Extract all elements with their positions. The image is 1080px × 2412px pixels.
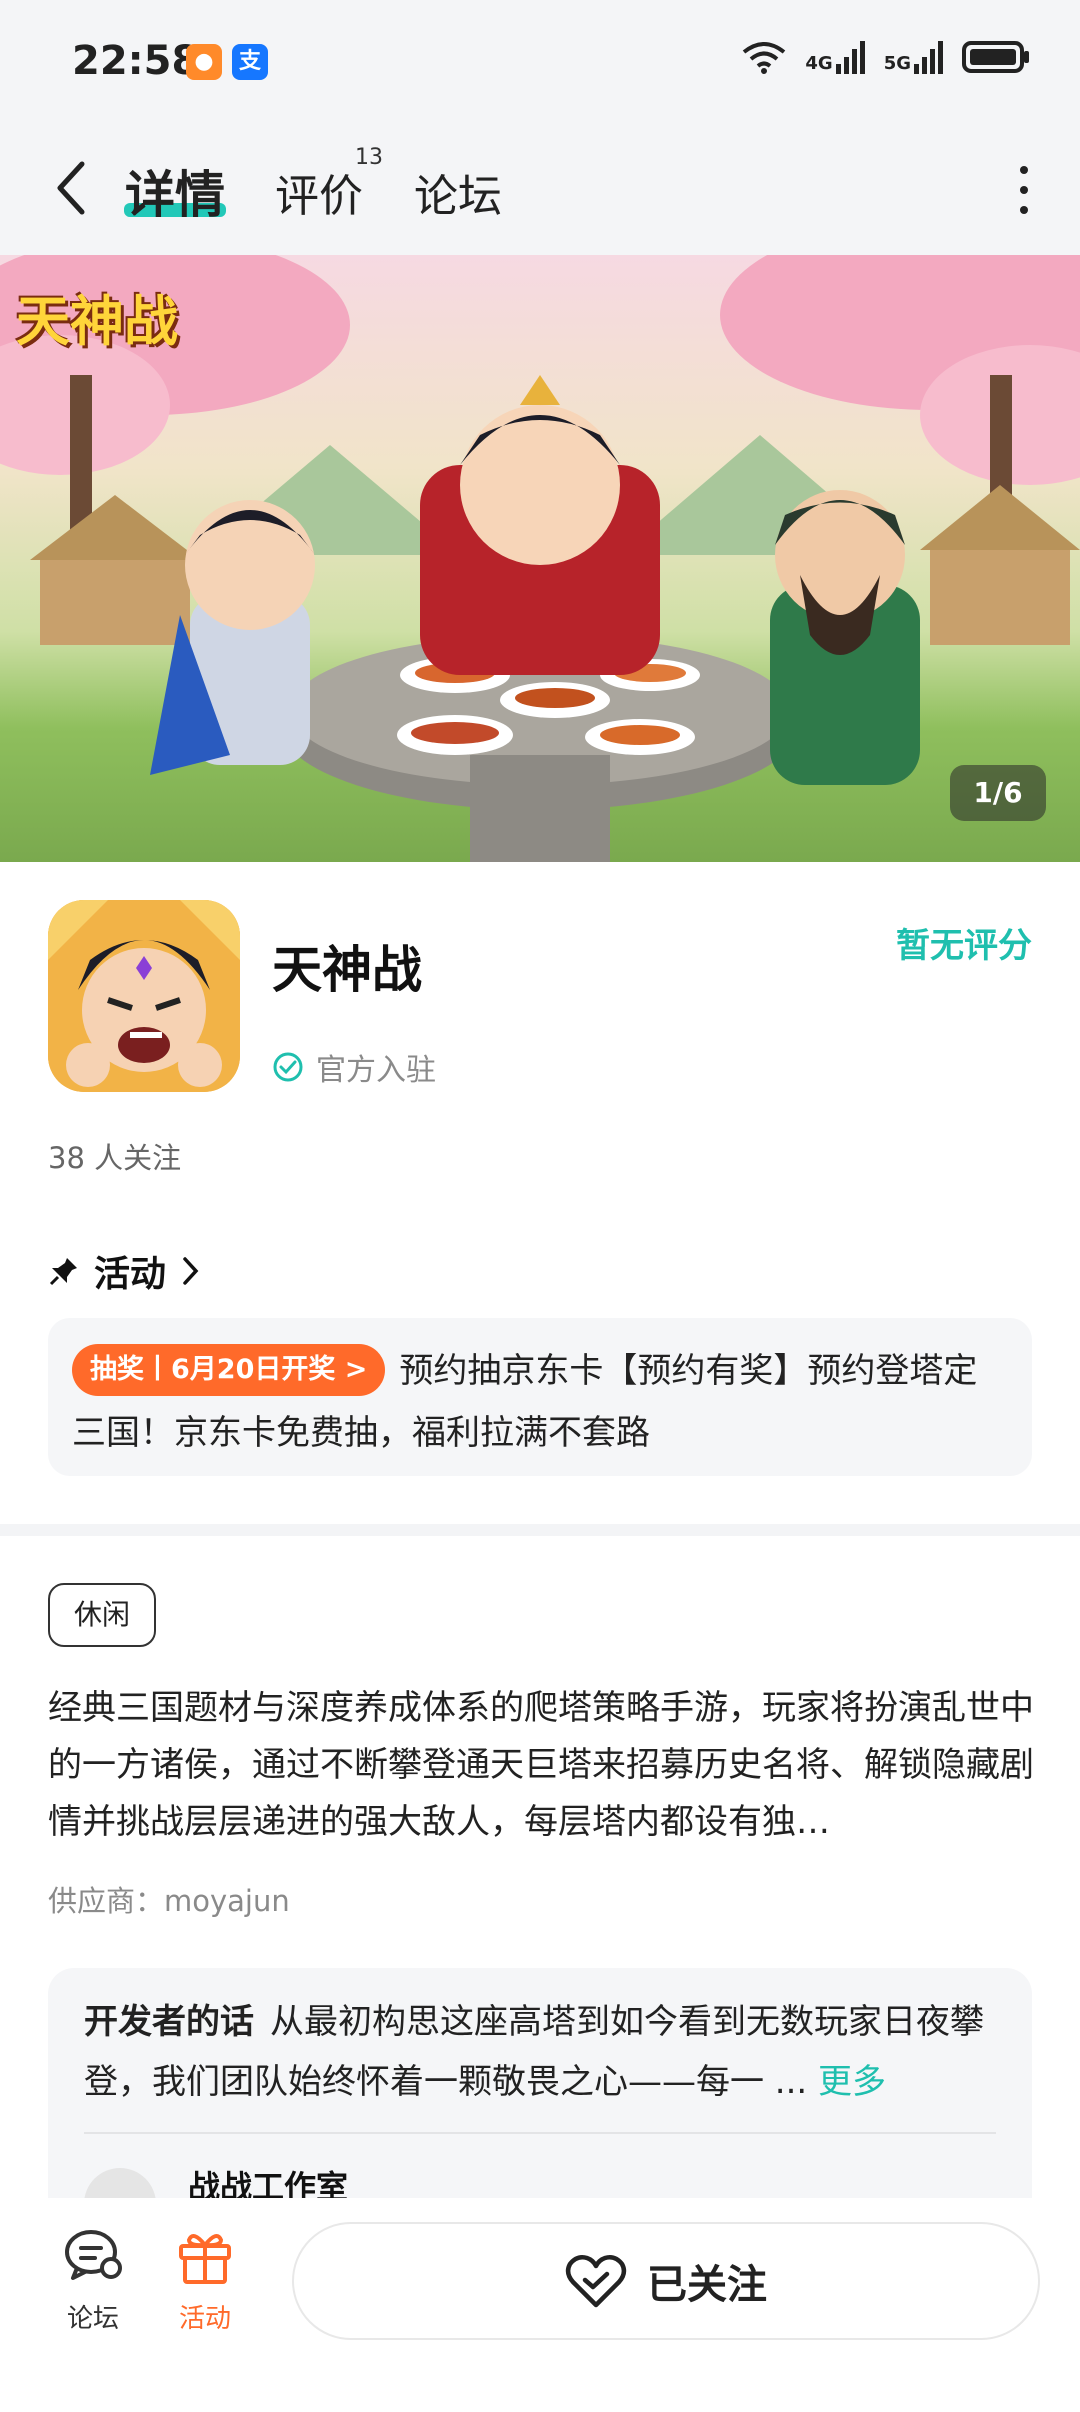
- heart-check-icon: [565, 2255, 627, 2308]
- more-link[interactable]: 更多: [818, 2062, 886, 2102]
- follow-button[interactable]: 已关注: [292, 2222, 1040, 2340]
- signal-icon: 4G: [805, 40, 865, 74]
- developer-note-card[interactable]: 开发者的话 从最初构思这座高塔到如今看到无数玩家日夜攀登，我们团队始终怀着一颗敬畏…: [48, 1968, 1032, 2198]
- lottery-tag: 抽奖丨6月20日开奖 >: [72, 1344, 386, 1396]
- tab-details[interactable]: 详情: [125, 155, 225, 227]
- activity-heading: 活动: [94, 1254, 167, 1295]
- pin-icon: [49, 1258, 77, 1286]
- activity-nav-button[interactable]: 活动: [160, 2228, 250, 2335]
- top-nav: 详情 评价 13 论坛: [0, 125, 1080, 255]
- status-bar: 22:58 ● 支 4G 5G: [0, 0, 1080, 125]
- developer-separator: [84, 2132, 996, 2134]
- forum-nav-button[interactable]: 论坛: [48, 2228, 138, 2335]
- screenshot-banner[interactable]: 天神战 1/6: [0, 255, 1080, 862]
- follow-button-label: 已关注: [647, 2262, 767, 2308]
- more-options-icon[interactable]: [1016, 160, 1032, 220]
- developer-note-label: 开发者的话: [84, 2002, 254, 2042]
- alipay-icon: 支: [232, 44, 268, 80]
- battery-icon: [962, 41, 1029, 73]
- studio-avatar: [84, 2168, 156, 2198]
- gift-icon: [179, 2234, 231, 2284]
- reviews-count-badge: 13: [355, 145, 383, 170]
- app-name: 天神战: [272, 941, 422, 999]
- back-icon[interactable]: [52, 158, 92, 218]
- tab-reviews[interactable]: 评价: [275, 160, 363, 224]
- app-icon: [48, 900, 240, 1092]
- studio-name: 战战工作室: [188, 2168, 349, 2198]
- game-description[interactable]: 经典三国题材与深度养成体系的爬塔策略手游，玩家将扮演乱世中的一方诸侯，通过不断攀…: [48, 1680, 1038, 1851]
- chevron-right-icon: [183, 1257, 199, 1285]
- activity-nav-label: 活动: [178, 2304, 231, 2334]
- follower-count: 38 人关注: [48, 1141, 182, 1175]
- wifi-icon: [743, 42, 786, 74]
- bottom-action-bar: 论坛 活动 已关注: [0, 2198, 1080, 2412]
- banner-game-logo: 天神战: [16, 290, 178, 353]
- rating-text: 暂无评分: [896, 926, 1032, 966]
- forum-icon: [65, 2230, 122, 2280]
- message-app-icon: ●: [186, 44, 222, 80]
- verified-check-icon: [273, 1052, 303, 1082]
- activity-card[interactable]: 抽奖丨6月20日开奖 > 预约抽京东卡【预约有奖】预约登塔定三国！京东卡免费抽，福…: [48, 1318, 1032, 1476]
- supplier-info: 供应商：moyajun: [48, 1884, 290, 1918]
- official-badge: 官方入驻: [272, 1045, 436, 1089]
- activity-header[interactable]: 活动: [48, 1245, 202, 1297]
- official-label: 官方入驻: [316, 1053, 436, 1088]
- tab-forum[interactable]: 论坛: [414, 160, 502, 224]
- forum-nav-label: 论坛: [66, 2304, 119, 2334]
- status-time: 22:58: [72, 38, 200, 84]
- genre-tag[interactable]: 休闲: [48, 1583, 156, 1647]
- section-divider: [0, 1524, 1080, 1536]
- signal-icon-2: 5G: [884, 40, 944, 74]
- network-5g-label: 5G: [883, 53, 911, 74]
- banner-page-counter: 1/6: [950, 765, 1046, 821]
- network-4g-label: 4G: [805, 53, 833, 74]
